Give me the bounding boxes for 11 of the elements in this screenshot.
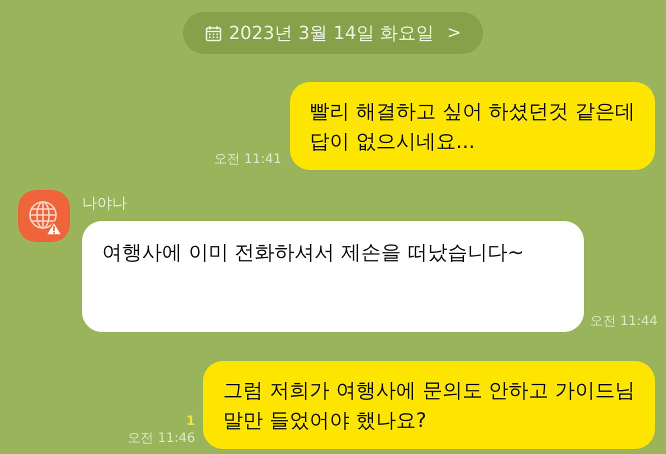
message-time: 오전 11:44 [590,313,658,330]
message-time: 오전 11:46 [128,430,196,447]
unread-count: 1 [186,414,196,429]
sender-name: 나야나 [82,194,128,213]
message-bubble: 여행사에 이미 전화하셔서 제손을 떠났습니다~ [82,221,584,332]
message-bubble: 빨리 해결하고 싶어 하셨던것 같은데 답이 없으시네요... [290,82,655,170]
calendar-icon [204,24,222,42]
message-time: 오전 11:41 [214,151,282,168]
avatar-icon[interactable] [18,190,70,242]
date-divider[interactable]: 2023년 3월 14일 화요일 > [182,12,484,54]
message-bubble: 그럼 저희가 여행사에 문의도 안하고 가이드님 말만 들었어야 했나요? [203,361,655,449]
